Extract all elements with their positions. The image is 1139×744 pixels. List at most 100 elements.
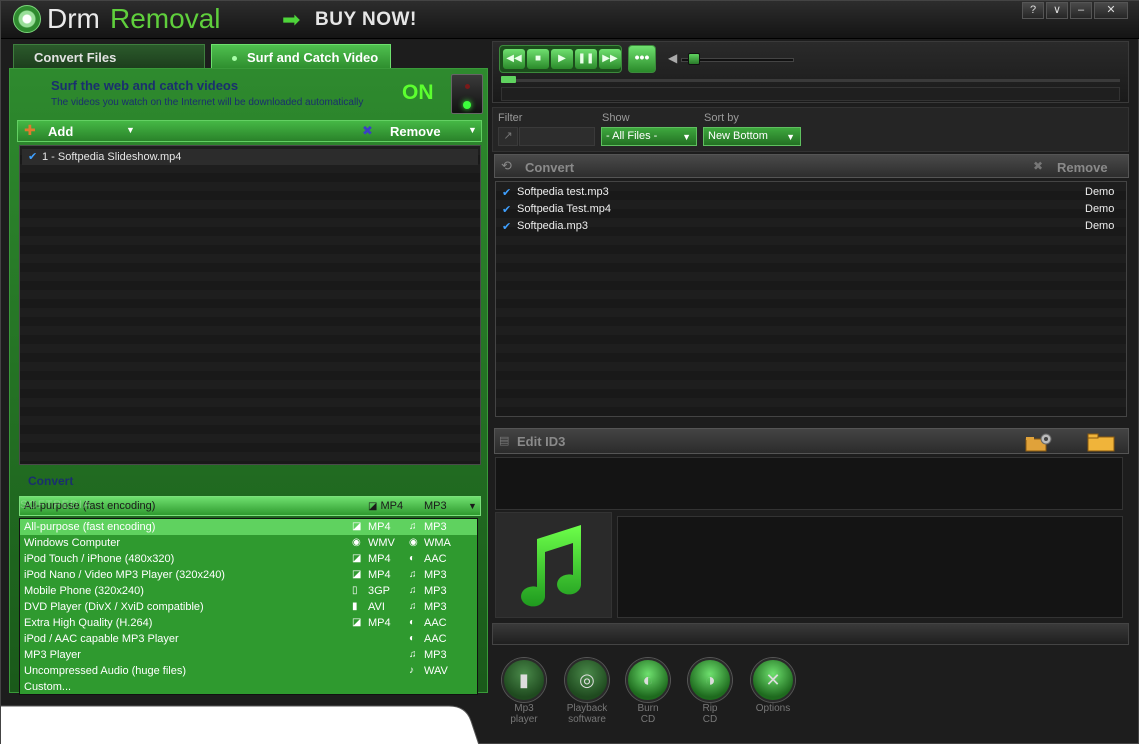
audio-format-label: MP3 [424,500,447,512]
surf-toggle-switch[interactable] [451,74,483,114]
audio-format-label: WAV [424,665,448,677]
preset-option[interactable]: Mobile Phone (320x240) ▯ 3GP ♫ MP3 [20,583,477,599]
tab-surf-and-catch-video[interactable]: Surf and Catch Video [211,44,391,70]
app-title-drm: Drm [47,3,100,34]
video-format-label: MP4 [368,617,391,629]
disc-icon: ◪ [352,553,362,564]
burn-cd-icon: ◐ [642,670,654,690]
playback-icon: ◎ [579,670,595,690]
preset-option[interactable]: Extra High Quality (H.264) ◪ MP4 ◐ AAC [20,615,477,631]
rip-cd-button[interactable]: ◑ [688,658,732,702]
preset-option-label: MP3 Player [24,649,81,661]
note-icon: ♫ [409,649,417,660]
preset-option[interactable]: Windows Computer ◉ WMV ◉ WMA [20,535,477,551]
convert-queue-list[interactable]: ✔ Softpedia test.mp3 Demo ✔ Softpedia Test.m… [495,181,1127,417]
list-item[interactable]: ✔ Softpedia Test.mp4 Demo [496,201,1126,218]
chevron-down-icon[interactable]: ▼ [468,125,477,135]
folder-icon[interactable] [1087,432,1115,452]
aac-icon: ◐ [409,633,416,644]
preset-option-label: All-purpose (fast encoding) [24,521,156,533]
volume-slider-thumb[interactable] [688,53,700,65]
pause-button[interactable]: ❚❚ [575,49,597,69]
action-label-line2: CD [640,714,656,725]
rewind-icon: ◀◀ [506,53,522,64]
preset-option[interactable]: MP3 Player ♫ MP3 [20,647,477,663]
filter-apply-button[interactable]: ↗ [498,127,518,146]
remove-button[interactable]: Remove [1057,160,1108,175]
list-item[interactable]: ✔ Softpedia test.mp3 Demo [496,184,1126,201]
add-button[interactable]: Add [48,124,73,139]
show-select[interactable]: - All Files - ▼ [601,127,697,146]
disc-logo-icon [13,5,41,33]
arrow-right-icon[interactable]: ➡ [282,9,300,31]
captured-video-list[interactable]: ✔ 1 - Softpedia Slideshow.mp4 [19,145,481,465]
stop-button[interactable]: ■ [527,49,549,69]
play-button[interactable]: ▶ [551,49,573,69]
tab-label: Convert Files [34,50,117,65]
checkmark-icon[interactable]: ✔ [502,220,511,233]
preset-dropdown-list[interactable]: All-purpose (fast encoding) ◪ MP4 ♫ MP3 Windo… [19,518,478,695]
preset-option[interactable]: Custom... [20,679,477,695]
preset-option-label: Extra High Quality (H.264) [24,617,153,629]
active-dot-icon [232,56,237,62]
options-icon: ✕ [765,670,781,690]
chevron-down-icon: ▼ [786,132,795,142]
audio-format-label: AAC [424,633,447,645]
minimize-button[interactable]: – [1070,2,1092,19]
convert-section-title: Convert [28,474,74,488]
checkmark-icon[interactable]: ✔ [502,186,511,199]
remove-x-icon[interactable]: ✖ [362,123,373,139]
list-item[interactable]: ✔ 1 - Softpedia Slideshow.mp4 [22,149,478,165]
help-button[interactable]: ? [1022,2,1044,19]
sort-select-value: New Bottom [708,130,768,142]
mp3-player-icon: ▮ [519,670,529,690]
note-icon: ♫ [409,585,417,596]
surf-title: Surf the web and catch videos [51,78,239,93]
remove-x-icon[interactable]: ✖ [1033,159,1043,173]
buy-now-button[interactable]: BUY NOW! [315,9,417,31]
surf-state-label: ON [402,81,434,104]
preset-option[interactable]: iPod Touch / iPhone (480x320) ◪ MP4 ◐ AAC [20,551,477,567]
checkmark-icon[interactable]: ✔ [28,150,37,163]
preset-option[interactable]: All-purpose (fast encoding) ◪ MP4 ♫ MP3 [20,519,477,535]
progress-display [501,87,1120,101]
convert-cycle-icon[interactable]: ⟲ [501,158,512,174]
preset-option[interactable]: DVD Player (DivX / XviD compatible) ▮ AVI ♫… [20,599,477,615]
audio-format-label: MP3 [424,601,447,613]
playback-button[interactable]: ◎ [565,658,609,702]
seek-thumb[interactable] [501,76,516,83]
rewind-button[interactable]: ◀◀ [503,49,525,69]
mp3-player-button[interactable]: ▮ [502,658,546,702]
phone-icon: ▯ [352,585,358,596]
audio-format-label: MP3 [424,585,447,597]
convert-button[interactable]: Convert [525,160,574,175]
audio-format-label: MP3 [424,521,447,533]
remove-button[interactable]: Remove [390,124,441,139]
list-item-label: 1 - Softpedia Slideshow.mp4 [42,151,182,163]
close-button[interactable]: ✕ [1094,2,1128,19]
checkmark-icon[interactable]: ✔ [502,203,511,216]
aac-icon: ◐ [409,553,416,564]
collapse-button[interactable]: ∨ [1046,2,1068,19]
sort-select[interactable]: New Bottom ▼ [703,127,801,146]
options-button[interactable]: ✕ [751,658,795,702]
chevron-down-icon[interactable]: ▼ [468,501,477,511]
preset-option[interactable]: Uncompressed Audio (huge files) ♪ WAV [20,663,477,679]
disc-icon: ◪ [352,521,362,532]
list-item[interactable]: ✔ Softpedia.mp3 Demo [496,218,1126,235]
more-options-button[interactable]: ••• [628,45,656,73]
tab-convert-files[interactable]: Convert Files [13,44,205,70]
fast-forward-button[interactable]: ▶▶ [599,49,621,69]
plus-icon[interactable]: ✚ [24,122,36,139]
burn-cd-button[interactable]: ◐ [626,658,670,702]
folder-gear-icon[interactable] [1025,432,1055,452]
aac-icon: ◐ [409,617,416,628]
selected-audio-format: MP3 [424,500,447,512]
seek-bar[interactable] [501,79,1120,82]
chevron-down-icon[interactable]: ▼ [126,125,135,135]
stop-icon: ■ [534,53,542,64]
preset-option[interactable]: iPod / AAC capable MP3 Player ◐ AAC [20,631,477,647]
convert-queue-header: ⟲ Convert ✖ Remove [494,154,1129,178]
preset-option[interactable]: iPod Nano / Video MP3 Player (320x240) ◪ M… [20,567,477,583]
filter-input[interactable] [519,127,595,146]
